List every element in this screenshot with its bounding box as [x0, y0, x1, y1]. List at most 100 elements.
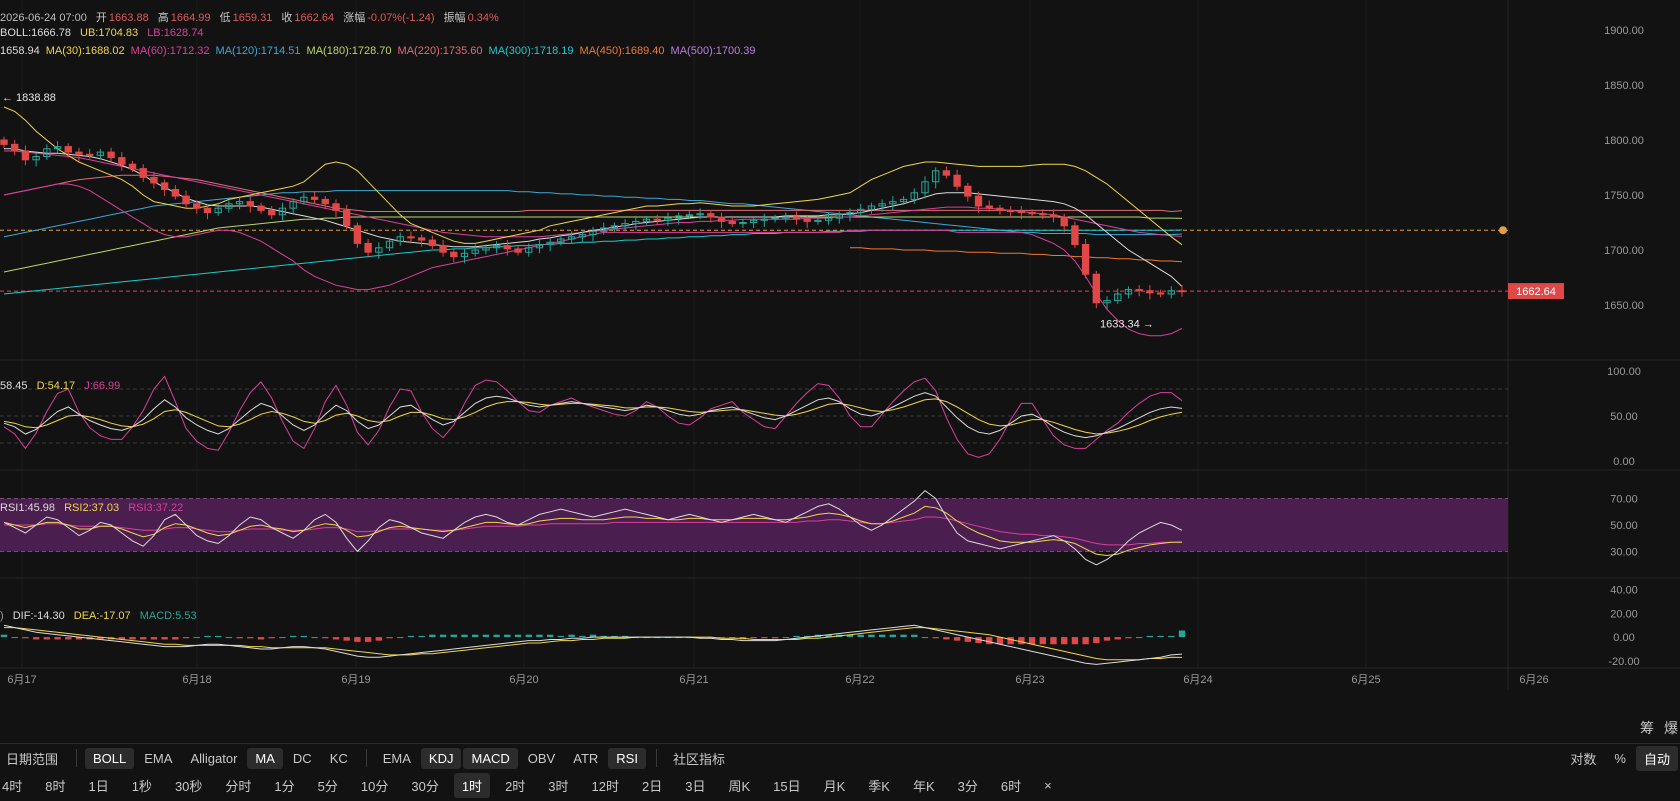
indicator-boll-button[interactable]: BOLL	[85, 747, 135, 769]
price-pane[interactable]	[0, 106, 1508, 337]
candle	[996, 204, 1004, 215]
macd-bar	[1082, 637, 1089, 645]
indicator-ema-button[interactable]: EMA	[136, 748, 180, 769]
candle-body	[717, 216, 726, 222]
interval-button[interactable]: 2日	[634, 773, 670, 798]
macd-bar	[782, 637, 789, 639]
indicator-kdj-button[interactable]: KDJ	[420, 747, 462, 769]
candle	[782, 212, 790, 223]
scale-option-button[interactable]: 自动	[1635, 745, 1678, 771]
interval-button[interactable]: 月K	[816, 773, 854, 798]
candle-body	[974, 195, 983, 207]
candle-body	[139, 168, 147, 178]
y-tick-label: 1850.00	[1604, 80, 1644, 92]
burst-button[interactable]: 爆	[1664, 718, 1678, 738]
macd-bar	[54, 637, 61, 640]
low-label: 低	[219, 12, 231, 24]
candle-body	[1135, 289, 1143, 292]
candle	[1124, 286, 1133, 299]
candle	[985, 200, 993, 212]
macd-bar	[932, 637, 939, 639]
macd-bar	[750, 637, 757, 639]
ma-legend-item: MA(30):1688.02	[45, 45, 125, 57]
interval-button[interactable]: 10分	[353, 773, 396, 798]
header-date: 2026-06-24 07:00	[0, 12, 87, 24]
interval-button[interactable]: 4时	[0, 773, 30, 798]
rsi-2: RSI2:37.03	[64, 502, 120, 514]
macd-bar	[300, 635, 308, 638]
interval-button[interactable]: ×	[1036, 775, 1060, 796]
interval-button[interactable]: 30分	[403, 773, 446, 798]
candle-body	[21, 150, 30, 161]
candle	[171, 185, 180, 200]
candle	[75, 147, 83, 161]
indicator-ema-button[interactable]: EMA	[375, 748, 419, 769]
macd-bar	[279, 637, 286, 639]
low-marker-label: 1633.34 →	[1100, 318, 1154, 330]
y-tick-label: 70.00	[1610, 494, 1638, 506]
toolbar-separator	[76, 749, 78, 767]
macd-bar	[450, 634, 457, 638]
kline-chart[interactable]: 1900.00 1850.00 1800.00 1750.00 1700.00 1650.…	[0, 0, 1680, 742]
interval-button[interactable]: 2时	[497, 773, 533, 798]
x-tick-label: 6月17	[7, 674, 36, 686]
candle	[942, 166, 951, 179]
amp-label: 振幅	[443, 12, 466, 24]
scale-option-button[interactable]: %	[1606, 748, 1634, 769]
rsi-band	[0, 498, 1508, 552]
interval-button[interactable]: 分时	[217, 773, 259, 798]
candle	[760, 213, 769, 227]
interval-button[interactable]: 6时	[993, 773, 1029, 798]
scale-option-button[interactable]: 对数	[1562, 746, 1604, 771]
candle-body	[1039, 213, 1047, 216]
interval-button[interactable]: 3分	[950, 773, 986, 798]
interval-button[interactable]: 1时	[453, 772, 491, 798]
candle-body	[1049, 214, 1058, 218]
candle	[428, 235, 437, 249]
interval-button[interactable]: 30秒	[167, 773, 210, 798]
indicator-dc-button[interactable]: DC	[285, 748, 320, 769]
y-tick-label: 0.00	[1613, 632, 1634, 644]
boll-line	[4, 148, 1183, 287]
indicator-rsi-button[interactable]: RSI	[608, 747, 646, 769]
interval-button[interactable]: 15日	[765, 773, 808, 798]
macd-bar	[354, 637, 361, 642]
indicator---button[interactable]: 日期范围	[0, 746, 66, 771]
macd-bar	[11, 637, 18, 639]
indicator---button[interactable]: 社区指标	[665, 746, 733, 771]
boll-line	[3, 106, 1183, 246]
interval-button[interactable]: 5分	[310, 773, 346, 798]
macd-bar	[557, 635, 565, 638]
candle	[953, 169, 961, 191]
interval-button[interactable]: 1日	[80, 773, 116, 798]
indicator-kc-button[interactable]: KC	[322, 748, 356, 769]
candle	[160, 179, 169, 197]
candle-body	[964, 185, 972, 197]
interval-button[interactable]: 8时	[37, 773, 73, 798]
macd-value: MACD:5.53	[139, 610, 197, 622]
boll-mid: BOLL:1666.78	[0, 27, 71, 39]
indicator-macd-button[interactable]: MACD	[463, 747, 518, 769]
interval-button[interactable]: 1秒	[124, 773, 160, 798]
indicator-alligator-button[interactable]: Alligator	[182, 748, 245, 769]
interval-button[interactable]: 周K	[720, 773, 758, 798]
interval-button[interactable]: 1分	[266, 773, 302, 798]
interval-button[interactable]: 3日	[677, 773, 713, 798]
indicator-atr-button[interactable]: ATR	[565, 748, 606, 769]
y-tick-label: 1650.00	[1604, 300, 1644, 312]
indicator-ma-button[interactable]: MA	[247, 747, 283, 769]
toolbar-separator	[365, 749, 367, 767]
interval-button[interactable]: 12时	[584, 773, 627, 798]
interval-button[interactable]: 3时	[540, 773, 576, 798]
indicator-obv-button[interactable]: OBV	[520, 748, 563, 769]
chip-button[interactable]: 筹	[1640, 718, 1654, 738]
interval-button[interactable]: 季K	[860, 773, 898, 798]
candle-body	[310, 196, 319, 200]
candle	[653, 214, 661, 225]
candle-body	[321, 198, 329, 205]
candle	[139, 164, 147, 182]
interval-button[interactable]: 年K	[905, 773, 943, 798]
candle	[225, 200, 233, 213]
x-tick-label: 6月19	[341, 674, 370, 686]
candle	[739, 219, 747, 228]
